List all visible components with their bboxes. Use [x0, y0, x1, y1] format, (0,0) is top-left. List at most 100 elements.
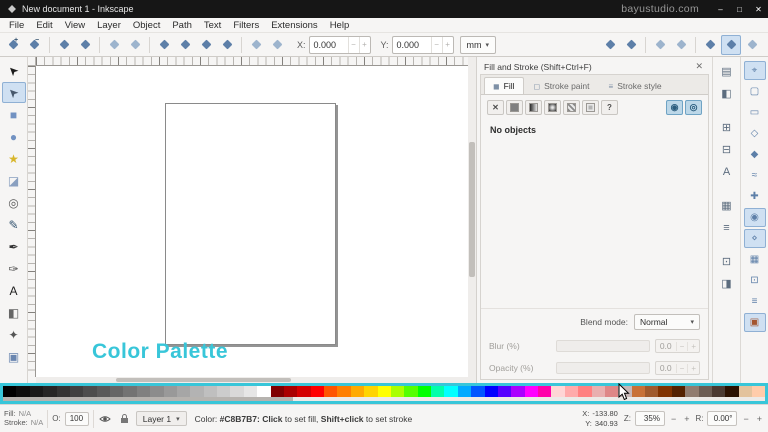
- horizontal-ruler[interactable]: [36, 57, 468, 66]
- paint-none-icon[interactable]: ✕: [487, 100, 504, 115]
- y-decrement-button[interactable]: −: [431, 37, 442, 53]
- palette-swatch[interactable]: [83, 386, 96, 397]
- zoom-decrease-button[interactable]: −: [669, 414, 678, 424]
- palette-swatch[interactable]: [97, 386, 110, 397]
- menu-extensions[interactable]: Extensions: [265, 18, 323, 32]
- node-tool[interactable]: ➤: [2, 82, 26, 103]
- palette-swatch[interactable]: [685, 386, 698, 397]
- layer-visibility-icon[interactable]: [98, 411, 113, 426]
- zoom-input[interactable]: 35%: [635, 411, 665, 426]
- palette-swatch[interactable]: [43, 386, 56, 397]
- palette-swatch[interactable]: [525, 386, 538, 397]
- horizontal-scrollbar-thumb[interactable]: [116, 378, 291, 382]
- x-decrement-button[interactable]: −: [348, 37, 359, 53]
- box3d-tool[interactable]: ◪: [2, 170, 26, 191]
- blend-mode-select[interactable]: Normal ▾: [634, 314, 700, 330]
- insert-node-icon[interactable]: +: [4, 35, 24, 55]
- star-tool[interactable]: ★: [2, 148, 26, 169]
- paint-pattern-icon[interactable]: [563, 100, 580, 115]
- palette-swatch[interactable]: [324, 386, 337, 397]
- node-symmetric-icon[interactable]: [196, 35, 216, 55]
- palette-swatch[interactable]: [337, 386, 350, 397]
- palette-swatch[interactable]: [551, 386, 564, 397]
- palette-swatch[interactable]: [190, 386, 203, 397]
- rotation-increase-button[interactable]: +: [755, 414, 764, 424]
- palette-swatch[interactable]: [137, 386, 150, 397]
- object-to-path-icon[interactable]: [600, 35, 620, 55]
- delete-node-icon[interactable]: −: [25, 35, 45, 55]
- edit-clip-path-icon[interactable]: [650, 35, 670, 55]
- snap-toggle-icon[interactable]: ⌖: [744, 61, 766, 80]
- menu-edit[interactable]: Edit: [30, 18, 58, 32]
- minimize-button[interactable]: –: [711, 0, 730, 18]
- snap-bbox-edges-icon[interactable]: ▭: [744, 103, 766, 122]
- palette-swatch[interactable]: [30, 386, 43, 397]
- tab-stroke-style[interactable]: ≡Stroke style: [600, 77, 671, 94]
- show-transform-handles-icon[interactable]: [700, 35, 720, 55]
- dialog-document-properties-icon[interactable]: ▤: [717, 62, 737, 81]
- edit-mask-icon[interactable]: [671, 35, 691, 55]
- fill-rule-evenodd-icon[interactable]: ◎: [685, 100, 702, 115]
- paint-radial-gradient-icon[interactable]: [544, 100, 561, 115]
- zoom-increase-button[interactable]: +: [682, 414, 691, 424]
- palette-swatch[interactable]: [672, 386, 685, 397]
- opacity-decrement-button[interactable]: −: [676, 364, 688, 373]
- palette-swatch[interactable]: [150, 386, 163, 397]
- blur-increment-button[interactable]: +: [687, 342, 699, 351]
- calligraphy-tool[interactable]: ✑: [2, 258, 26, 279]
- menu-path[interactable]: Path: [166, 18, 198, 32]
- palette-swatch[interactable]: [699, 386, 712, 397]
- palette-swatch[interactable]: [123, 386, 136, 397]
- document-page[interactable]: [165, 103, 336, 345]
- snap-paths-icon[interactable]: ≈: [744, 166, 766, 185]
- rotation-input[interactable]: 0.00°: [707, 411, 737, 426]
- palette-swatch[interactable]: [378, 386, 391, 397]
- menu-help[interactable]: Help: [324, 18, 356, 32]
- menu-object[interactable]: Object: [127, 18, 166, 32]
- menu-layer[interactable]: Layer: [91, 18, 127, 32]
- show-path-outline-icon[interactable]: [742, 35, 762, 55]
- segment-line-icon[interactable]: [246, 35, 266, 55]
- layer-lock-icon[interactable]: [117, 411, 132, 426]
- palette-swatch[interactable]: [725, 386, 738, 397]
- gradient-tool[interactable]: ◧: [2, 302, 26, 323]
- palette-swatch[interactable]: [57, 386, 70, 397]
- snap-path-intersections-icon[interactable]: ✚: [744, 187, 766, 206]
- y-coordinate-input[interactable]: 0.000 − +: [392, 36, 454, 54]
- snap-nodes-icon[interactable]: ◆: [744, 145, 766, 164]
- x-increment-button[interactable]: +: [359, 37, 370, 53]
- paint-unknown-icon[interactable]: ?: [601, 100, 618, 115]
- layer-dropdown[interactable]: Layer 1 ▾: [136, 411, 187, 426]
- vertical-scrollbar[interactable]: [468, 57, 476, 383]
- snap-object-centers-icon[interactable]: ⊡: [744, 271, 766, 290]
- snap-midpoints-icon[interactable]: ▦: [744, 250, 766, 269]
- palette-swatch[interactable]: [271, 386, 284, 397]
- paint-bucket-tool[interactable]: ▣: [2, 346, 26, 367]
- dialog-xml-editor-icon[interactable]: ◨: [717, 274, 737, 293]
- palette-swatch[interactable]: [565, 386, 578, 397]
- palette-swatch[interactable]: [3, 386, 16, 397]
- paint-swatch-icon[interactable]: [582, 100, 599, 115]
- show-bezier-handles-icon[interactable]: [721, 35, 741, 55]
- menu-filters[interactable]: Filters: [227, 18, 265, 32]
- vertical-scrollbar-thumb[interactable]: [469, 142, 475, 277]
- dialog-close-icon[interactable]: ✕: [693, 61, 705, 72]
- paint-linear-gradient-icon[interactable]: [525, 100, 542, 115]
- palette-swatch[interactable]: [592, 386, 605, 397]
- pencil-tool[interactable]: ✎: [2, 214, 26, 235]
- palette-swatch[interactable]: [485, 386, 498, 397]
- dialog-import-icon[interactable]: ⊟: [717, 140, 737, 159]
- palette-swatch[interactable]: [645, 386, 658, 397]
- node-auto-smooth-icon[interactable]: [217, 35, 237, 55]
- palette-swatch[interactable]: [230, 386, 243, 397]
- palette-swatch[interactable]: [364, 386, 377, 397]
- menu-text[interactable]: Text: [198, 18, 227, 32]
- snap-page-border-icon[interactable]: ▣: [744, 313, 766, 332]
- tab-fill[interactable]: ◼Fill: [484, 77, 524, 94]
- opacity-input[interactable]: 0.0 − +: [655, 361, 700, 375]
- palette-swatch[interactable]: [444, 386, 457, 397]
- menu-file[interactable]: File: [3, 18, 30, 32]
- snap-smooth-nodes-icon[interactable]: ⋄: [744, 229, 766, 248]
- vertical-ruler[interactable]: [28, 66, 36, 377]
- dialog-layers-icon[interactable]: ▦: [717, 196, 737, 215]
